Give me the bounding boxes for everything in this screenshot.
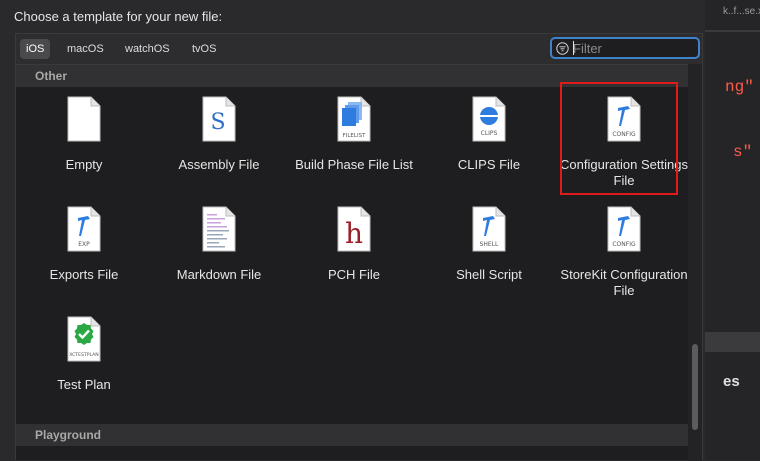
- storekit-config-icon: CONFIG: [606, 206, 642, 252]
- template-label: Markdown File: [176, 267, 262, 282]
- markdown-icon: [201, 206, 237, 252]
- tab-macos[interactable]: macOS: [61, 39, 110, 59]
- svg-text:FILELIST: FILELIST: [343, 133, 367, 139]
- background-code-fragment: ng": [725, 78, 754, 96]
- filter-field[interactable]: [550, 37, 700, 59]
- svg-text:CLIPS: CLIPS: [481, 130, 498, 137]
- section-header-playground: Playground: [16, 424, 690, 446]
- tab-watchos[interactable]: watchOS: [119, 39, 176, 59]
- filelist-icon: FILELIST: [336, 96, 372, 142]
- template-label: Exports File: [49, 267, 119, 282]
- platform-tab-bar: iOS macOS watchOS tvOS: [16, 34, 702, 65]
- template-label: Shell Script: [456, 267, 522, 282]
- section-title: Other: [35, 69, 68, 83]
- svg-text:CONFIG: CONFIG: [612, 131, 636, 138]
- svg-text:SHELL: SHELL: [480, 241, 499, 248]
- assembly-s-icon: S: [201, 96, 237, 142]
- template-storekit-configuration-file[interactable]: CONFIG StoreKit Configuration File: [556, 206, 692, 316]
- template-markdown-file[interactable]: Markdown File: [151, 206, 287, 316]
- template-configuration-settings-file[interactable]: CONFIG Configuration Settings File: [556, 96, 692, 206]
- section-title: Playground: [35, 428, 102, 442]
- filter-icon: [556, 42, 569, 55]
- filter-input[interactable]: [573, 40, 693, 56]
- dialog-title: Choose a template for your new file:: [14, 9, 223, 24]
- template-label: StoreKit Configuration File: [560, 267, 688, 298]
- shell-hammer-icon: SHELL: [471, 206, 507, 252]
- background-code-fragment: s": [733, 143, 753, 161]
- test-plan-check-icon: XCTESTPLAN: [66, 316, 102, 362]
- template-label: CLIPS File: [457, 157, 521, 172]
- blank-document-icon: [66, 96, 102, 142]
- template-label: Assembly File: [178, 157, 260, 172]
- template-assembly-file[interactable]: S Assembly File: [151, 96, 287, 206]
- exp-hammer-icon: EXP: [66, 206, 102, 252]
- background-editor: k..f...se.x ng" s" es: [705, 0, 760, 460]
- background-partial-text: es: [723, 373, 740, 390]
- svg-text:S: S: [210, 110, 225, 135]
- config-hammer-icon: CONFIG: [606, 96, 642, 142]
- template-pch-file[interactable]: h PCH File: [286, 206, 422, 316]
- template-shell-script[interactable]: SHELL Shell Script: [421, 206, 557, 316]
- background-breadcrumb: k..f...se.x: [723, 6, 760, 17]
- svg-text:EXP: EXP: [78, 241, 90, 248]
- clips-icon: CLIPS: [471, 96, 507, 142]
- svg-text:h: h: [345, 217, 363, 250]
- template-build-phase-file-list[interactable]: FILELIST Build Phase File List: [286, 96, 422, 206]
- template-chooser-panel: iOS macOS watchOS tvOS Other Empty: [15, 33, 703, 461]
- template-label: Build Phase File List: [295, 157, 413, 172]
- background-selection-band: [705, 332, 760, 352]
- svg-text:CONFIG: CONFIG: [612, 241, 636, 248]
- template-exports-file[interactable]: EXP Exports File: [16, 206, 152, 316]
- background-divider: [705, 30, 760, 32]
- template-label: Test Plan: [57, 377, 111, 392]
- tab-tvos[interactable]: tvOS: [186, 39, 222, 59]
- template-label: Empty: [65, 157, 103, 172]
- scrollbar-thumb[interactable]: [692, 344, 698, 430]
- section-header-other: Other: [16, 65, 690, 87]
- pch-h-icon: h: [336, 206, 372, 252]
- tab-ios[interactable]: iOS: [20, 39, 51, 59]
- svg-text:XCTESTPLAN: XCTESTPLAN: [69, 352, 98, 358]
- template-empty[interactable]: Empty: [16, 96, 152, 206]
- template-label: PCH File: [327, 267, 380, 282]
- template-test-plan[interactable]: XCTESTPLAN Test Plan: [16, 316, 152, 426]
- template-label: Configuration Settings File: [560, 157, 688, 188]
- template-clips-file[interactable]: CLIPS CLIPS File: [421, 96, 557, 206]
